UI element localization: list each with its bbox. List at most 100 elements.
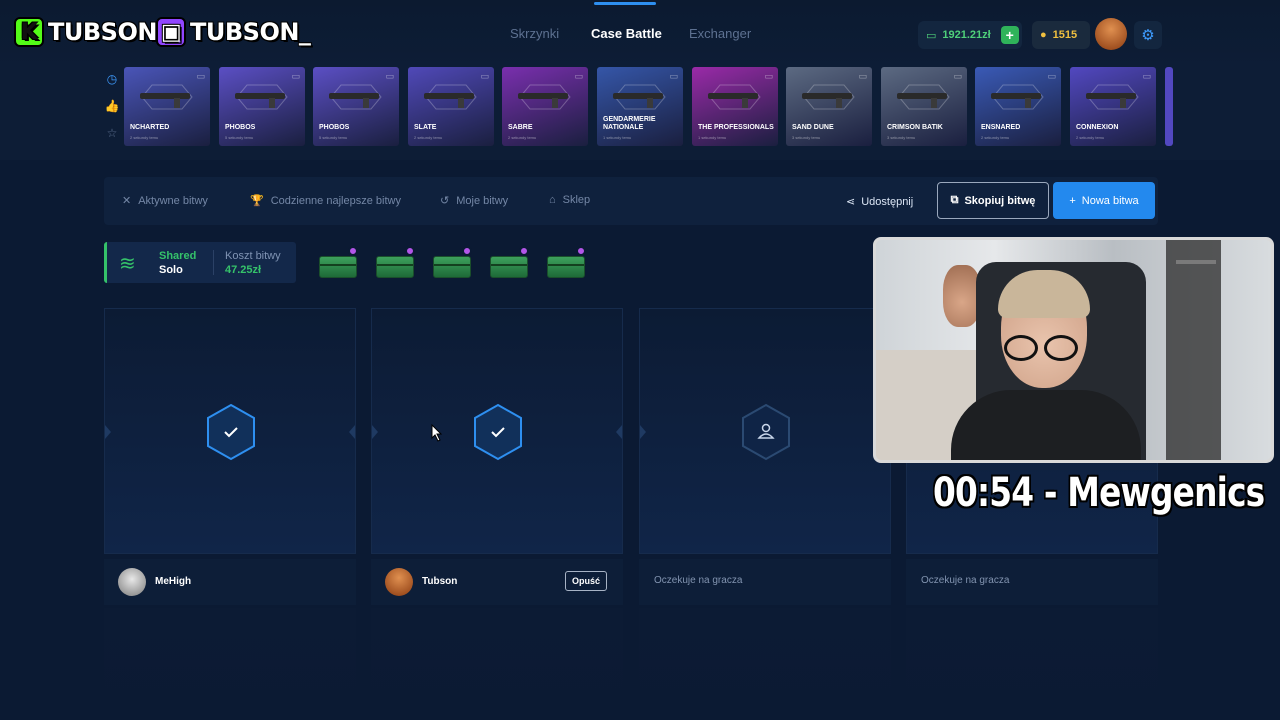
twitch-icon: ▣	[156, 17, 186, 47]
hide-icon[interactable]: ▭	[669, 71, 678, 82]
nav-case-battle[interactable]: Case Battle	[591, 26, 662, 41]
drop-name: THE PROFESSIONALS	[698, 124, 774, 131]
drop-card-partial[interactable]	[1165, 67, 1173, 146]
player-bar: Oczekuje na gracza	[906, 559, 1158, 605]
drop-card[interactable]: ▭ SAND DUNE 3 sekundy temu	[786, 67, 872, 146]
player-slot-panel[interactable]	[371, 308, 623, 554]
hide-icon[interactable]: ▭	[1142, 71, 1151, 82]
share-button[interactable]: ⋖ Udostępnij	[846, 195, 914, 209]
case-icon[interactable]	[376, 246, 415, 278]
twitch-overlay-logo: ▣ TUBSON_	[156, 14, 311, 50]
hide-icon[interactable]: ▭	[858, 71, 867, 82]
drop-card[interactable]: ▭ CRIMSON BATIK 3 sekundy temu	[881, 67, 967, 146]
twitch-handle: TUBSON_	[190, 18, 311, 46]
player-slot-panel[interactable]	[639, 308, 891, 554]
arrow-left-icon	[105, 425, 111, 439]
drop-time: 3 sekundy temu	[792, 135, 821, 140]
case-icon[interactable]	[433, 246, 472, 278]
copy-label: Skopiuj bitwę	[964, 194, 1036, 207]
item-image	[991, 84, 1044, 110]
drop-name: GENDARMERIE NATIONALE	[603, 116, 656, 131]
drop-name: PHOBOS	[319, 124, 350, 131]
user-avatar[interactable]	[1095, 18, 1127, 50]
mouse-cursor-icon	[431, 424, 443, 442]
thumbs-up-icon[interactable]: 👍	[104, 99, 120, 126]
case-icon[interactable]	[547, 246, 586, 278]
drop-card[interactable]: ▭ SLATE 2 sekundy temu	[408, 67, 494, 146]
drop-card[interactable]: ▭ GENDARMERIE NATIONALE 1 sekundy temu	[597, 67, 683, 146]
nav-skrzynki[interactable]: Skrzynki	[510, 26, 559, 41]
hide-icon[interactable]: ▭	[291, 71, 300, 82]
player-avatar[interactable]	[118, 568, 146, 596]
drop-time: 2 sekundy temu	[981, 135, 1010, 140]
item-image	[518, 84, 571, 110]
plus-icon: +	[1069, 194, 1076, 207]
share-label: Udostępnij	[861, 195, 914, 208]
new-battle-button[interactable]: + Nowa bitwa	[1053, 182, 1155, 219]
case-badge	[348, 246, 358, 256]
drop-card[interactable]: ▭ ENSNARED 2 sekundy temu	[975, 67, 1061, 146]
hide-icon[interactable]: ▭	[1047, 71, 1056, 82]
gear-icon: ⚙	[1141, 27, 1155, 44]
player-bar: Tubson Opuść	[371, 559, 623, 605]
item-image	[329, 84, 382, 110]
tab-daily-best[interactable]: 🏆 Codzienne najlepsze bitwy	[250, 194, 401, 208]
case-badge	[519, 246, 529, 256]
drop-card[interactable]: ▭ THE PROFESSIONALS 1 sekundy temu	[692, 67, 778, 146]
item-image	[424, 84, 477, 110]
item-image	[897, 84, 950, 110]
streamer-body	[951, 390, 1141, 460]
drop-name: CONNEXION	[1076, 124, 1119, 131]
player-avatar[interactable]	[385, 568, 413, 596]
coins-value: 1515	[1052, 29, 1078, 41]
balance-value: 1921.21zł	[942, 29, 991, 41]
player-name: Tubson	[422, 576, 458, 587]
player-items-area	[639, 608, 891, 720]
case-icon[interactable]	[319, 246, 358, 278]
nav-active-indicator	[594, 2, 656, 5]
case-badge	[462, 246, 472, 256]
settings-button[interactable]: ⚙	[1134, 21, 1162, 49]
coin-icon: ●	[1040, 29, 1047, 41]
player-items-area	[371, 608, 623, 720]
hide-icon[interactable]: ▭	[480, 71, 489, 82]
drop-name: ENSNARED	[981, 124, 1021, 131]
hide-icon[interactable]: ▭	[764, 71, 773, 82]
ready-check-icon	[472, 403, 524, 461]
arrow-left-icon	[640, 425, 646, 439]
drop-card[interactable]: ▭ PHOBOS 5 sekundy temu	[313, 67, 399, 146]
tab-my-battles[interactable]: ↺ Moje bitwy	[440, 194, 508, 208]
drop-card[interactable]: ▭ SABRE 2 sekundy temu	[502, 67, 588, 146]
player-slot-panel[interactable]	[104, 308, 356, 554]
hide-icon[interactable]: ▭	[385, 71, 394, 82]
hide-icon[interactable]: ▭	[953, 71, 962, 82]
clock-icon[interactable]: ◷	[104, 72, 120, 99]
drop-time: 2 sekundy temu	[414, 135, 443, 140]
star-icon[interactable]: ☆	[104, 126, 120, 153]
drop-card[interactable]: ▭ PHOBOS 5 sekundy temu	[219, 67, 305, 146]
nav-exchanger[interactable]: Exchanger	[689, 26, 751, 41]
drop-card[interactable]: ▭ NCHARTED 2 sekundy temu	[124, 67, 210, 146]
kick-icon: K	[14, 17, 44, 47]
case-icon[interactable]	[490, 246, 529, 278]
drop-card[interactable]: ▭ CONNEXION 2 sekundy temu	[1070, 67, 1156, 146]
webcam-overlay	[873, 237, 1274, 463]
hide-icon[interactable]: ▭	[196, 71, 205, 82]
arrow-right-icon	[616, 425, 622, 439]
coins-display[interactable]: ● 1515	[1032, 21, 1090, 49]
stream-timer: 00:54 - Mewgenics	[933, 470, 1265, 516]
divider	[213, 250, 214, 275]
tab-shop[interactable]: ⌂ Sklep	[549, 194, 590, 206]
tab-active-battles[interactable]: ✕ Aktywne bitwy	[122, 194, 208, 208]
case-badge	[576, 246, 586, 256]
leave-button[interactable]: Opuść	[565, 571, 607, 591]
item-image	[140, 84, 193, 110]
item-image	[613, 84, 666, 110]
swords-icon: ✕	[122, 195, 132, 207]
hide-icon[interactable]: ▭	[574, 71, 583, 82]
drop-time: 2 sekundy temu	[1076, 135, 1105, 140]
balance-display[interactable]: ▭ 1921.21zł +	[918, 21, 1022, 49]
add-funds-button[interactable]: +	[1000, 26, 1019, 44]
copy-battle-button[interactable]: ⧉ Skopiuj bitwę	[937, 182, 1049, 219]
waiting-text: Oczekuje na gracza	[654, 575, 743, 586]
